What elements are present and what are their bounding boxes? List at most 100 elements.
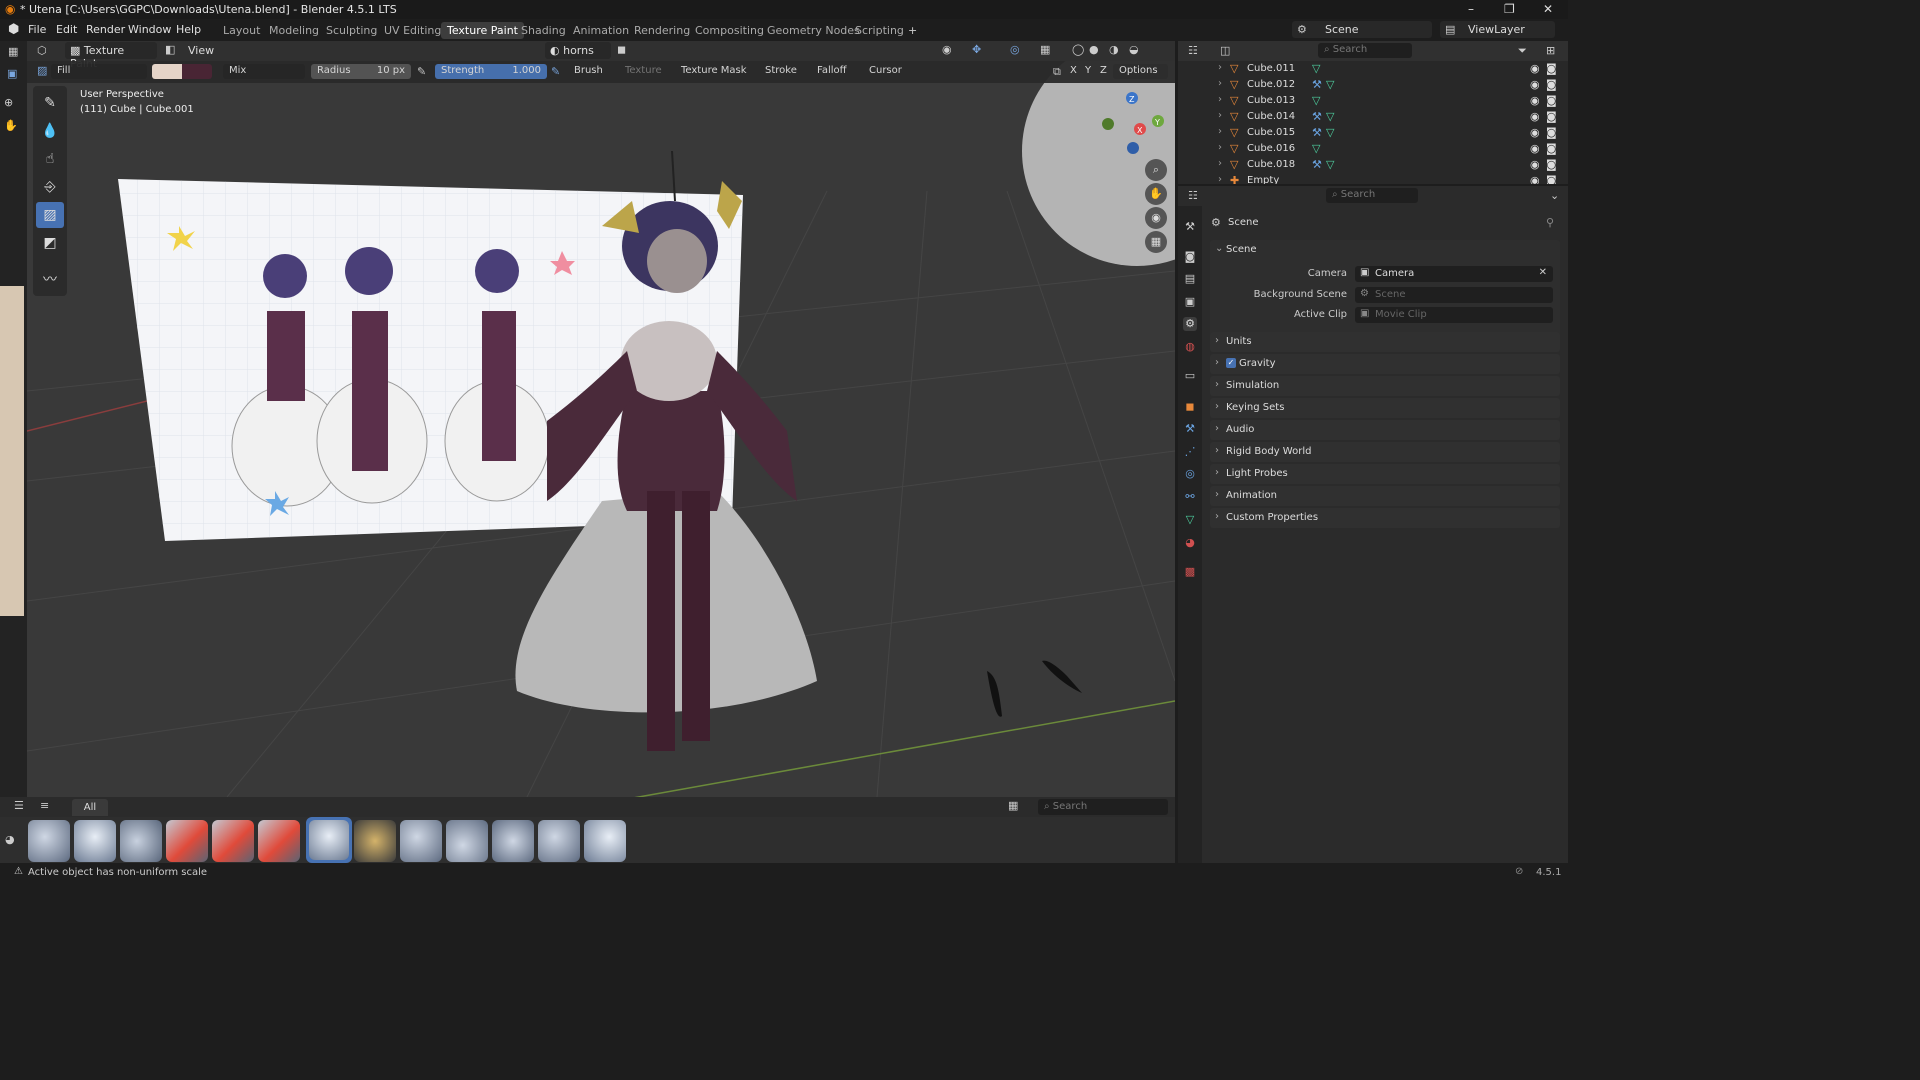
object-tab-icon[interactable]: ◼: [1183, 400, 1197, 414]
mask-tool-icon[interactable]: ◩: [36, 230, 64, 256]
brush-thumb-3[interactable]: [120, 820, 162, 862]
3d-viewport[interactable]: Z X Y ⌕ ✋ ◉ ▦ User Perspective (111) Cub…: [27, 61, 1175, 797]
expand-icon[interactable]: ›: [1215, 357, 1219, 368]
clear-icon[interactable]: ✕: [1539, 267, 1547, 278]
strength-field[interactable]: Strength 1.000: [435, 64, 547, 79]
pin-icon[interactable]: ⚲: [1546, 216, 1554, 229]
maximize-button[interactable]: ❐: [1504, 2, 1515, 16]
gravity-checkbox[interactable]: ✓: [1226, 358, 1236, 368]
brush-thumb-11[interactable]: [492, 820, 534, 862]
shelf-search-input[interactable]: ⌕ Search: [1038, 799, 1168, 815]
expand-icon[interactable]: ›: [1215, 489, 1219, 500]
gizmo-toggle-icon[interactable]: ✥: [972, 43, 981, 56]
units-panel[interactable]: › Units: [1210, 332, 1560, 352]
menu-file[interactable]: File: [28, 23, 46, 36]
texture-mask-menu[interactable]: Texture Mask: [681, 65, 747, 76]
menu-render[interactable]: Render: [86, 23, 125, 36]
outliner-search-input[interactable]: ⌕ Search: [1318, 43, 1412, 58]
filter-icon[interactable]: ⏷: [1518, 44, 1527, 58]
new-collection-icon[interactable]: ⊞: [1546, 44, 1555, 57]
soften-tool-icon[interactable]: 💧: [36, 118, 64, 144]
xray-icon[interactable]: ▦: [1040, 43, 1050, 56]
gizmo-neg-y-axis[interactable]: [1102, 118, 1114, 130]
outliner-row[interactable]: › ▽ Cube.016 ▽ ◉ ◙: [1178, 141, 1568, 157]
mask-toggle-icon[interactable]: ◧: [165, 43, 175, 56]
render-camera-icon[interactable]: ◙: [1546, 126, 1557, 139]
world-tab-icon[interactable]: ◍: [1183, 340, 1197, 354]
fill-tool-icon[interactable]: ▨: [36, 202, 64, 228]
brush-thumb-5[interactable]: [212, 820, 254, 862]
properties-editor-icon[interactable]: ☷: [1188, 189, 1198, 202]
expand-icon[interactable]: ›: [1215, 423, 1219, 434]
outliner-editor-icon[interactable]: ☷: [1188, 44, 1198, 57]
output-tab-icon[interactable]: ▤: [1183, 272, 1197, 286]
blend-mode-selector[interactable]: Mix: [223, 64, 305, 79]
tool-tab-icon[interactable]: ⚒: [1183, 220, 1197, 234]
mode-selector[interactable]: ▩ Texture Paint: [65, 42, 157, 70]
close-button[interactable]: ✕: [1543, 2, 1553, 16]
fill-selector[interactable]: Fill: [51, 64, 147, 79]
annotate-tool-icon[interactable]: 〰: [36, 266, 64, 292]
render-camera-icon[interactable]: ◙: [1546, 62, 1557, 75]
expand-icon[interactable]: ›: [1218, 126, 1222, 137]
audio-panel[interactable]: › Audio: [1210, 420, 1560, 440]
particles-tab-icon[interactable]: ⋰: [1183, 445, 1197, 459]
custom-properties-panel[interactable]: › Custom Properties: [1210, 508, 1560, 528]
outliner-row[interactable]: › ▽ Cube.011 ▽ ◉ ◙: [1178, 61, 1568, 77]
brush-thumb-7-selected[interactable]: [306, 817, 352, 863]
radius-field[interactable]: Radius 10 px: [311, 64, 411, 79]
active-clip-field[interactable]: ▣ Movie Clip: [1355, 307, 1553, 323]
gizmo-neg-z-axis[interactable]: [1127, 142, 1139, 154]
eye-icon[interactable]: ◉: [1530, 62, 1540, 75]
hand-pan-icon[interactable]: ✋: [4, 119, 18, 132]
tab-sculpting[interactable]: Sculpting: [320, 22, 383, 39]
view-layer-tab-icon[interactable]: ▣: [1183, 295, 1197, 309]
brush-thumb-13[interactable]: [584, 820, 626, 862]
outliner-row[interactable]: › ▽ Cube.018 ⚒ ▽ ◉ ◙: [1178, 157, 1568, 173]
render-camera-icon[interactable]: ◙: [1546, 142, 1557, 155]
blender-menu-icon[interactable]: ⬢: [8, 22, 19, 37]
outliner-row[interactable]: › ▽ Cube.013 ▽ ◉ ◙: [1178, 93, 1568, 109]
tab-uv-editing[interactable]: UV Editing: [378, 22, 447, 39]
expand-icon[interactable]: ›: [1215, 445, 1219, 456]
camera-field[interactable]: ▣ Camera ✕: [1355, 266, 1553, 282]
tab-compositing[interactable]: Compositing: [689, 22, 770, 39]
clone-tool-icon[interactable]: ⎆: [36, 174, 64, 200]
render-camera-icon[interactable]: ◙: [1546, 158, 1557, 171]
overlay-toggle-icon[interactable]: ◎: [1010, 43, 1020, 56]
properties-options-icon[interactable]: ⌄: [1550, 189, 1559, 202]
view-menu[interactable]: View: [188, 44, 214, 57]
expand-icon[interactable]: ›: [1218, 174, 1222, 184]
scene-tab-icon[interactable]: ⚙: [1183, 317, 1197, 331]
properties-search-input[interactable]: ⌕ Search: [1326, 188, 1418, 203]
shelf-menu-icon[interactable]: ☰: [14, 799, 24, 812]
display-options-icon[interactable]: ▦: [1008, 799, 1018, 812]
menu-window[interactable]: Window: [128, 23, 171, 36]
rigid-body-world-panel[interactable]: › Rigid Body World: [1210, 442, 1560, 462]
material-shading-icon[interactable]: ◑: [1109, 43, 1119, 56]
constraints-tab-icon[interactable]: ⚯: [1183, 490, 1197, 504]
symmetry-icon[interactable]: ⧉: [1053, 65, 1061, 79]
minimize-button[interactable]: –: [1468, 2, 1474, 16]
shelf-tab-all[interactable]: All: [72, 799, 108, 816]
tab-texture-paint[interactable]: Texture Paint: [441, 22, 524, 39]
brush-menu[interactable]: Brush: [574, 65, 603, 76]
expand-icon[interactable]: ›: [1218, 158, 1222, 169]
modifier-tab-icon[interactable]: ⚒: [1183, 422, 1197, 436]
brush-thumb-4[interactable]: [166, 820, 208, 862]
brush-thumb-8[interactable]: [354, 820, 396, 862]
tab-layout[interactable]: Layout: [217, 22, 266, 39]
render-tab-icon[interactable]: ◙: [1183, 250, 1197, 264]
eye-icon[interactable]: ◉: [1530, 142, 1540, 155]
expand-icon[interactable]: ›: [1215, 511, 1219, 522]
view-layer-selector[interactable]: ▤ ViewLayer: [1440, 21, 1555, 38]
keying-sets-panel[interactable]: › Keying Sets: [1210, 398, 1560, 418]
render-camera-icon[interactable]: ◙: [1546, 174, 1557, 184]
mirror-y-toggle[interactable]: Y: [1085, 65, 1091, 76]
tab-modeling[interactable]: Modeling: [263, 22, 325, 39]
render-camera-icon[interactable]: ◙: [1546, 94, 1557, 107]
eye-icon[interactable]: ◉: [1530, 174, 1540, 184]
eye-icon[interactable]: ◉: [1530, 78, 1540, 91]
simulation-panel[interactable]: › Simulation: [1210, 376, 1560, 396]
radius-pressure-icon[interactable]: ✎: [417, 65, 426, 78]
